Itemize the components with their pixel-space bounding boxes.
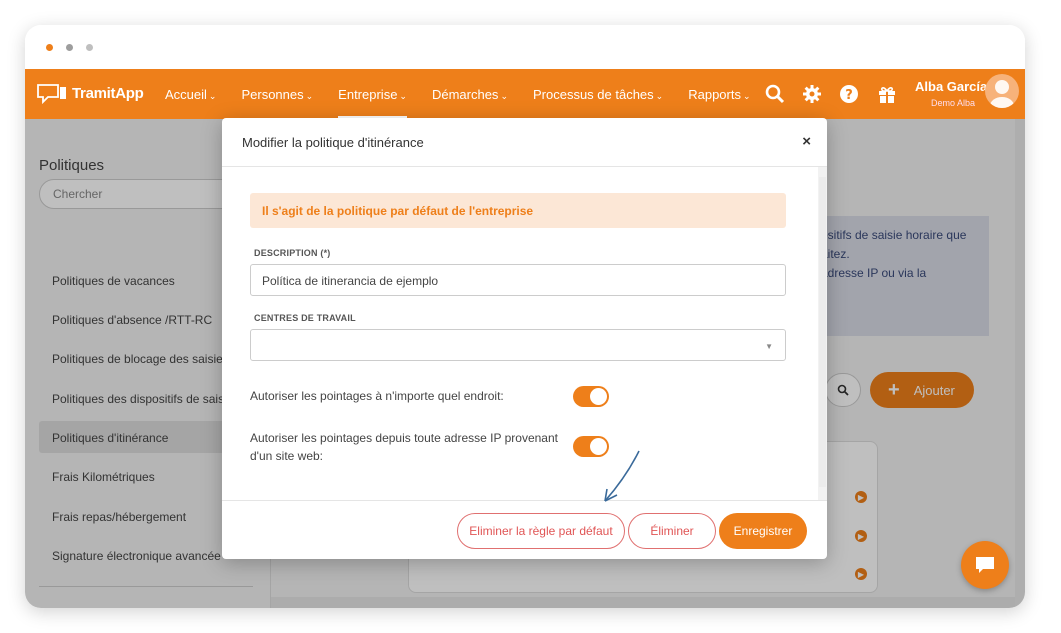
app-window: TramitApp Accueil ⌄ Personnes ⌄ Entreprise… <box>25 25 1025 608</box>
top-navbar: TramitApp Accueil ⌄ Personnes ⌄ Entreprise… <box>25 69 1025 119</box>
chevron-down-icon: ⌄ <box>305 90 314 101</box>
save-button[interactable]: Enregistrer <box>719 513 807 549</box>
annotation-arrow-icon <box>604 450 640 502</box>
chevron-down-icon: ⌄ <box>399 90 407 101</box>
modal-header: Modifier la politique d'itinérance × <box>222 118 827 167</box>
logo-icon <box>37 84 66 105</box>
main-nav: Accueil ⌄ Personnes ⌄ Entreprise ⌄ Démarche… <box>165 69 776 119</box>
window-dot-maximize[interactable] <box>86 44 93 51</box>
gear-icon[interactable] <box>800 82 824 106</box>
description-label: DESCRIPTION (*) <box>254 248 331 258</box>
edit-policy-modal: Modifier la politique d'itinérance × Il … <box>222 118 827 559</box>
toggle-knob <box>590 388 607 405</box>
close-icon[interactable]: × <box>802 133 811 150</box>
gift-icon[interactable] <box>875 82 899 106</box>
toggle-anywhere-label: Autoriser les pointages à n'importe quel… <box>250 389 504 403</box>
chevron-down-icon: ⌄ <box>500 90 508 101</box>
toggle-ip-label: Autoriser les pointages depuis toute adr… <box>250 431 558 463</box>
modal-body: Il s'agit de la politique par défaut de … <box>222 167 827 500</box>
modal-title: Modifier la politique d'itinérance <box>242 135 424 150</box>
user-company: Demo Alba <box>931 98 976 108</box>
nav-item-personnes[interactable]: Personnes ⌄ <box>241 87 313 102</box>
chevron-down-icon: ▼ <box>765 342 773 351</box>
chat-icon <box>976 557 994 573</box>
search-icon[interactable] <box>763 82 787 106</box>
window-dot-minimize[interactable] <box>66 44 73 51</box>
chevron-down-icon: ⌄ <box>208 90 217 101</box>
window-dot-close[interactable] <box>46 44 53 51</box>
window-titlebar <box>25 25 1025 69</box>
nav-item-rapports[interactable]: Rapports ⌄ <box>688 87 750 102</box>
delete-button[interactable]: Éliminer <box>628 513 716 549</box>
default-policy-alert: Il s'agit de la politique par défaut de … <box>250 193 786 228</box>
modal-footer: Eliminer la règle par défaut Éliminer En… <box>222 500 827 559</box>
modal-scrollbar-thumb[interactable] <box>819 177 826 487</box>
svg-text:?: ? <box>845 88 853 103</box>
description-field[interactable]: Política de itinerancia de ejemplo <box>250 264 786 296</box>
centres-select[interactable]: ▼ <box>250 329 786 361</box>
centres-label: CENTRES DE TRAVAIL <box>254 313 356 323</box>
user-name[interactable]: Alba García <box>915 79 987 94</box>
app-logo[interactable]: TramitApp <box>36 81 144 105</box>
toggle-anywhere[interactable] <box>573 386 609 407</box>
chat-button[interactable] <box>961 541 1009 589</box>
remove-default-button[interactable]: Eliminer la règle par défaut <box>457 513 625 549</box>
nav-item-accueil[interactable]: Accueil ⌄ <box>165 87 216 102</box>
chevron-down-icon: ⌄ <box>742 90 751 101</box>
logo-text: TramitApp <box>72 84 144 102</box>
avatar[interactable] <box>985 74 1019 108</box>
modal-scrollbar[interactable] <box>818 167 827 500</box>
chevron-down-icon: ⌄ <box>655 90 664 101</box>
nav-item-demarches[interactable]: Démarches ⌄ <box>432 87 508 102</box>
nav-item-processus[interactable]: Processus de tâches ⌄ <box>533 87 663 102</box>
nav-item-entreprise[interactable]: Entreprise ⌄ <box>338 71 407 118</box>
help-icon[interactable]: ? <box>837 82 861 106</box>
